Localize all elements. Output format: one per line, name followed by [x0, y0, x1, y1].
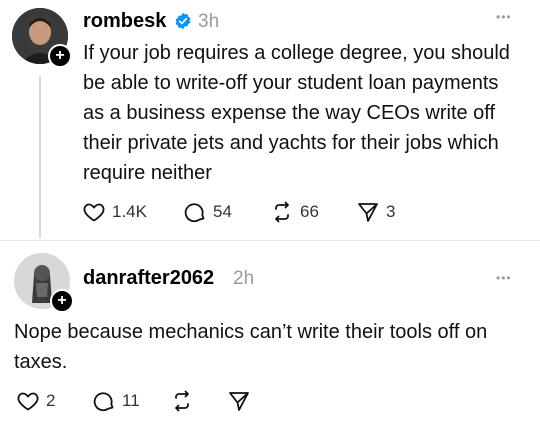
more-icon[interactable]: ••• [496, 10, 512, 24]
share-button[interactable] [227, 389, 251, 413]
post-1: + rombesk 3h ••• If your job requires a … [0, 0, 540, 240]
verified-badge-icon [175, 12, 191, 30]
timestamp: 2h [233, 268, 255, 289]
username[interactable]: danrafter2062 [83, 267, 214, 290]
share-count: 3 [386, 202, 396, 221]
like-count: 2 [46, 391, 56, 410]
repost-count: 66 [300, 202, 319, 221]
reply-count: 11 [122, 391, 140, 410]
repost-button[interactable]: 66 [270, 200, 319, 224]
post-text: Nope because mechanics can’t write their… [14, 321, 488, 373]
comment-icon [93, 392, 114, 412]
repost-button[interactable] [170, 389, 194, 413]
reply-button[interactable]: 54 [183, 200, 232, 224]
follow-plus-icon[interactable]: + [48, 44, 72, 68]
post-text: If your job requires a college degree, y… [83, 42, 510, 184]
send-icon [229, 392, 249, 411]
send-icon [358, 203, 378, 222]
follow-plus-icon[interactable]: + [50, 289, 74, 313]
heart-icon [17, 392, 39, 411]
share-button[interactable]: 3 [356, 200, 395, 224]
timestamp: 3h [198, 11, 220, 32]
heart-icon [83, 203, 105, 222]
more-icon[interactable]: ••• [496, 271, 512, 285]
like-button[interactable]: 2 [16, 389, 55, 413]
avatar[interactable]: + [14, 253, 74, 313]
repost-icon [275, 201, 289, 223]
thread-line [39, 76, 41, 238]
post-2: + danrafter2062 2h ••• Nope because mech… [0, 241, 540, 430]
repost-icon [175, 390, 189, 412]
like-button[interactable]: 1.4K [82, 200, 147, 224]
reply-button[interactable]: 11 [92, 389, 140, 413]
avatar[interactable]: + [12, 8, 72, 68]
reply-count: 54 [213, 202, 232, 221]
like-count: 1.4K [112, 202, 147, 221]
comment-icon [184, 203, 205, 223]
username[interactable]: rombesk [83, 10, 166, 33]
